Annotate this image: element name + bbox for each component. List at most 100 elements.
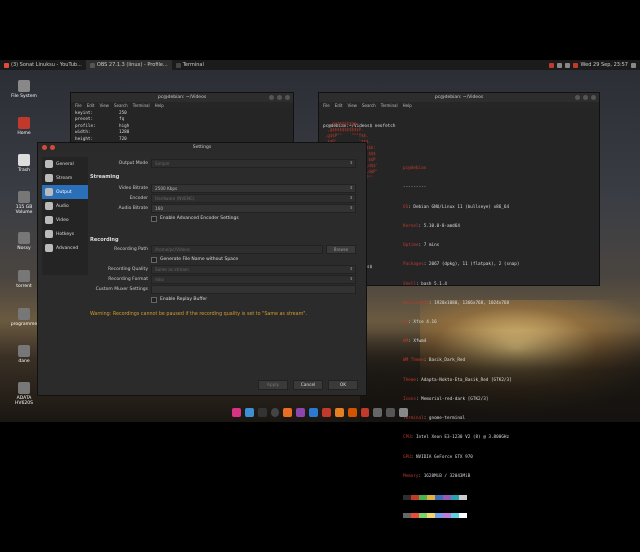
app-icon[interactable]: [399, 407, 409, 417]
browse-button[interactable]: Browse: [326, 245, 356, 254]
maximize-icon[interactable]: [277, 95, 282, 100]
notification-icon[interactable]: [572, 62, 578, 68]
dialog-buttons: Apply Cancel OK: [258, 380, 358, 390]
menu-edit[interactable]: Edit: [87, 103, 95, 108]
desktop-icon-adata[interactable]: ADATA HV620S: [8, 382, 40, 406]
custom-muxer-input[interactable]: [151, 285, 356, 294]
minimize-icon[interactable]: [575, 95, 580, 100]
firefox-icon[interactable]: [283, 407, 293, 417]
sidebar-item-general[interactable]: General: [42, 157, 88, 171]
info-row: Theme: Adapta-Nokto-Eta_Basik_Red [GTK2/…: [403, 377, 512, 383]
streaming-header: Streaming: [90, 174, 120, 180]
maximize-icon[interactable]: [583, 95, 588, 100]
custom-muxer-row: Custom Muxer Settings: [90, 285, 356, 294]
sidebar-item-hotkeys[interactable]: Hotkeys: [42, 227, 88, 241]
vscode-icon[interactable]: [309, 407, 318, 417]
menu-terminal[interactable]: Terminal: [133, 103, 150, 108]
files-icon[interactable]: [244, 407, 254, 417]
gen-filename-checkbox[interactable]: Generate File Name without Space: [151, 256, 238, 263]
desktop-icon-home[interactable]: Home: [8, 117, 40, 136]
monitor-icon: [45, 216, 53, 224]
desktop-icon-volume[interactable]: 115 GB Volume: [8, 191, 40, 215]
desktop-icon-filesystem[interactable]: File System: [8, 80, 40, 99]
menu-file[interactable]: File: [75, 103, 82, 108]
settings-titlebar[interactable]: Settings: [38, 143, 366, 152]
volume-icon[interactable]: [564, 62, 570, 68]
adv-encoder-checkbox[interactable]: Enable Advanced Encoder Settings: [151, 215, 239, 222]
obs-icon: [89, 62, 95, 68]
checkbox-box[interactable]: [151, 256, 157, 263]
network-icon[interactable]: [556, 62, 562, 68]
editor-icon[interactable]: [296, 407, 306, 417]
close-icon[interactable]: [591, 95, 596, 100]
menu-search[interactable]: Search: [362, 103, 376, 108]
video-bitrate-spinbox[interactable]: 2500 Kbps ⬍: [151, 184, 356, 193]
menu-view[interactable]: View: [99, 103, 109, 108]
app-icon[interactable]: [231, 407, 241, 417]
close-icon[interactable]: [42, 145, 47, 150]
sidebar-item-stream[interactable]: Stream: [42, 171, 88, 185]
drive-icon: [18, 345, 30, 357]
apply-button[interactable]: Apply: [258, 380, 288, 390]
sidebar-item-video[interactable]: Video: [42, 213, 88, 227]
power-icon[interactable]: [631, 62, 636, 68]
color-swatch: [403, 494, 411, 500]
clock[interactable]: Wed 29 Sep, 23:57: [581, 62, 628, 68]
settings-icon[interactable]: [373, 407, 383, 417]
cancel-button[interactable]: Cancel: [293, 380, 323, 390]
app-icon[interactable]: [334, 407, 344, 417]
gen-filename-row: Generate File Name without Space: [90, 255, 356, 264]
audio-bitrate-select[interactable]: 160 ⬍: [151, 204, 356, 213]
encoder-select[interactable]: Hardware (NVENC) ⬍: [151, 194, 356, 203]
menu-file[interactable]: File: [323, 103, 330, 108]
menu-view[interactable]: View: [347, 103, 357, 108]
menu-help[interactable]: Help: [403, 103, 412, 108]
color-swatch: [459, 494, 467, 500]
desktop-icon-trash[interactable]: Trash: [8, 154, 40, 173]
menu-search[interactable]: Search: [114, 103, 128, 108]
rec-format-select[interactable]: mkv ⬍: [151, 275, 356, 284]
task-obs[interactable]: OBS 27.1.3 (linux) - Profile...: [85, 60, 172, 70]
menu-terminal[interactable]: Terminal: [381, 103, 398, 108]
select-value: mkv: [155, 277, 164, 282]
desktop-icon-dane[interactable]: dane: [8, 345, 40, 364]
task-terminal[interactable]: Terminal: [172, 60, 208, 70]
minimize-icon[interactable]: [50, 145, 55, 150]
sidebar-item-advanced[interactable]: Advanced: [42, 241, 88, 255]
field-label: Audio Bitrate: [118, 206, 148, 211]
sidebar-item-output[interactable]: Output: [42, 185, 88, 199]
desktop-icon-programme[interactable]: programme: [8, 308, 40, 327]
rec-quality-select[interactable]: Same as stream ⬍: [151, 265, 356, 274]
desktop-icon-torrent[interactable]: torrent: [8, 270, 40, 289]
color-swatch: [411, 494, 419, 500]
checkbox-box[interactable]: [151, 215, 157, 222]
ok-button[interactable]: OK: [328, 380, 358, 390]
menu-edit[interactable]: Edit: [335, 103, 343, 108]
minimize-icon[interactable]: [269, 95, 274, 100]
app-icon[interactable]: [322, 407, 331, 417]
desktop-icon-nossy[interactable]: Nossy: [8, 232, 40, 251]
rec-path-input[interactable]: /home/pc/Videos: [151, 245, 323, 254]
checkbox-box[interactable]: [151, 296, 157, 303]
close-icon[interactable]: [285, 95, 290, 100]
replay-buffer-checkbox[interactable]: Enable Replay Buffer: [151, 296, 207, 303]
obs-settings-window[interactable]: Settings General Stream Output Audio Vid…: [37, 142, 367, 396]
app-icon[interactable]: [360, 407, 370, 417]
obs-icon[interactable]: [270, 407, 280, 417]
terminal-icon[interactable]: [257, 407, 267, 417]
app-icon[interactable]: [347, 407, 357, 417]
output-mode-select[interactable]: Simple ⬍: [151, 159, 356, 168]
info-row: Resolution: 1920x1080, 1366x768, 1024x76…: [403, 300, 510, 306]
task-browser[interactable]: (3) Sonat Linuksu - YouTub...: [0, 60, 86, 70]
spinner-icon[interactable]: ⬍: [350, 185, 353, 190]
info-row: Shell: bash 5.1.4: [403, 281, 447, 287]
menu-help[interactable]: Help: [155, 103, 164, 108]
app-icon[interactable]: [386, 407, 396, 417]
terminal-output[interactable]: keyint: 250 preset: fq profile: high width:…: [71, 109, 293, 145]
terminal-titlebar[interactable]: pc@debian: ~/Videos: [319, 93, 599, 102]
terminal-window-1[interactable]: pc@debian: ~/Videos File Edit View Searc…: [70, 92, 294, 146]
sidebar-item-audio[interactable]: Audio: [42, 199, 88, 213]
color-swatch: [451, 512, 459, 518]
record-indicator-icon[interactable]: [548, 62, 554, 68]
terminal-titlebar[interactable]: pc@debian: ~/Videos: [71, 93, 293, 102]
